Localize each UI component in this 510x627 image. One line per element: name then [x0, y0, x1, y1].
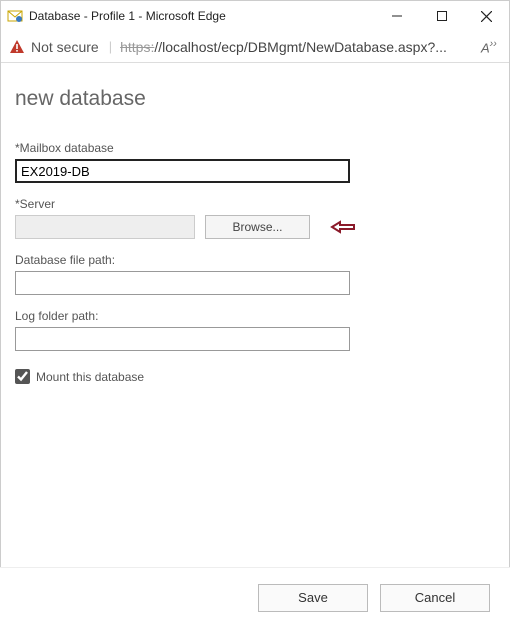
minimize-button[interactable] — [374, 1, 419, 31]
page-content: new database *Mailbox database *Server B… — [1, 63, 509, 568]
mailbox-db-field: *Mailbox database — [15, 141, 495, 183]
mount-checkbox-row: Mount this database — [15, 369, 495, 384]
read-aloud-icon[interactable]: A›› — [481, 38, 501, 55]
window-title: Database - Profile 1 - Microsoft Edge — [29, 9, 374, 23]
server-input — [15, 215, 195, 239]
url-path: //localhost/ecp/DBMgmt/NewDatabase.aspx?… — [154, 39, 447, 55]
file-path-label: Database file path: — [15, 253, 495, 267]
mailbox-db-label: *Mailbox database — [15, 141, 495, 155]
log-path-label: Log folder path: — [15, 309, 495, 323]
url-display[interactable]: https://localhost/ecp/DBMgmt/NewDatabase… — [120, 39, 475, 55]
cancel-button[interactable]: Cancel — [380, 584, 490, 612]
app-icon — [7, 8, 23, 24]
file-path-input[interactable] — [15, 271, 350, 295]
security-warning-icon — [9, 39, 25, 55]
save-button[interactable]: Save — [258, 584, 368, 612]
maximize-button[interactable] — [419, 1, 464, 31]
url-protocol: https: — [120, 39, 154, 55]
mailbox-db-input[interactable] — [15, 159, 350, 183]
url-divider: | — [109, 39, 112, 54]
mount-checkbox[interactable] — [15, 369, 30, 384]
security-text: Not secure — [31, 39, 99, 55]
window-controls — [374, 1, 509, 31]
file-path-field: Database file path: — [15, 253, 495, 295]
arrow-annotation-icon — [330, 220, 356, 234]
address-bar: Not secure | https://localhost/ecp/DBMgm… — [1, 31, 509, 63]
close-button[interactable] — [464, 1, 509, 31]
log-path-input[interactable] — [15, 327, 350, 351]
browse-button[interactable]: Browse... — [205, 215, 310, 239]
log-path-field: Log folder path: — [15, 309, 495, 351]
server-label: *Server — [15, 197, 495, 211]
window-titlebar: Database - Profile 1 - Microsoft Edge — [1, 1, 509, 31]
footer: Save Cancel — [0, 567, 510, 627]
page-heading: new database — [15, 87, 495, 111]
mount-checkbox-label: Mount this database — [36, 370, 144, 384]
server-field: *Server Browse... — [15, 197, 495, 239]
